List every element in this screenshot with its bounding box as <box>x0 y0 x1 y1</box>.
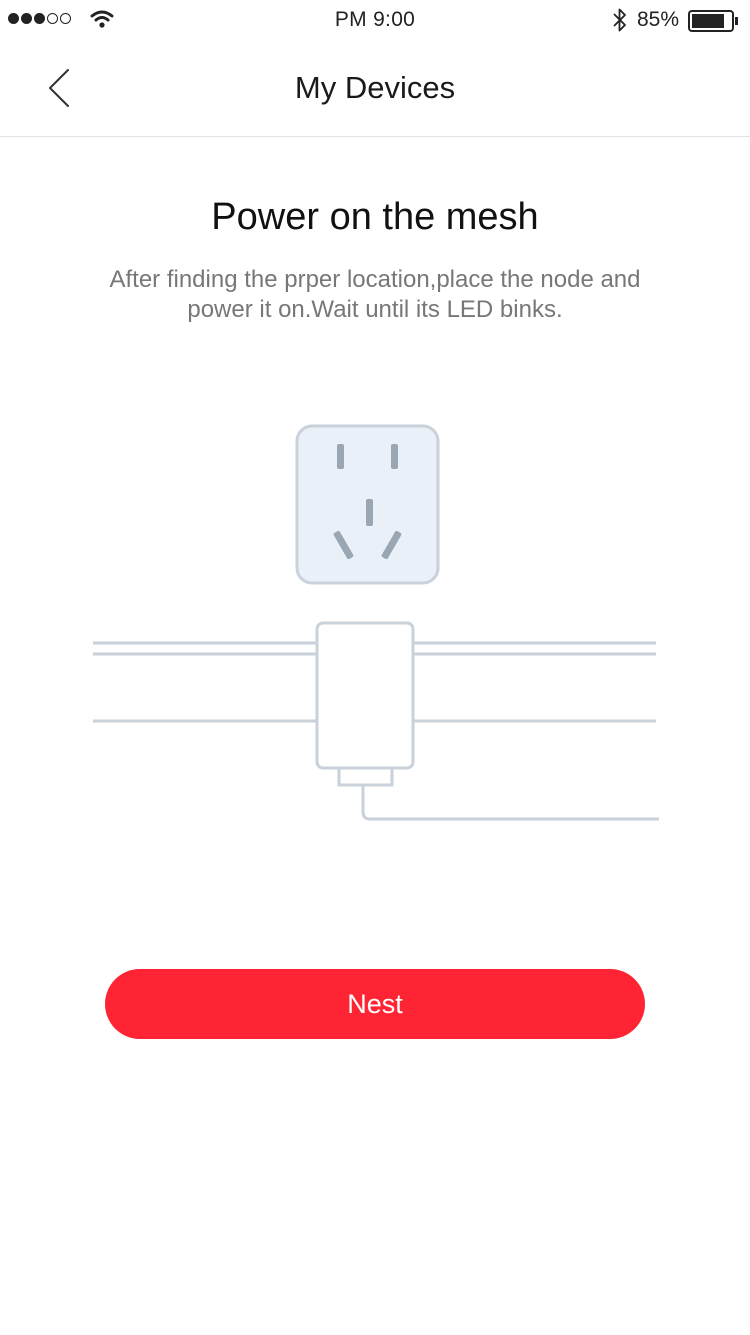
bluetooth-icon <box>613 8 626 32</box>
setup-illustration <box>93 424 659 821</box>
screen: PM 9:00 85% My Devices Power on the mesh… <box>0 0 750 1335</box>
step-description: After finding the prper location,place t… <box>109 266 641 323</box>
battery-icon <box>688 10 738 32</box>
power-outlet-icon <box>295 424 440 585</box>
mesh-node-icon <box>93 621 659 821</box>
status-bar: PM 9:00 85% <box>0 0 750 40</box>
page-title: My Devices <box>294 70 456 105</box>
step-heading: Power on the mesh <box>211 196 539 238</box>
battery-percentage: 85% <box>637 8 680 31</box>
nav-bar: My Devices <box>0 40 750 137</box>
nest-button[interactable]: Nest <box>105 969 645 1039</box>
